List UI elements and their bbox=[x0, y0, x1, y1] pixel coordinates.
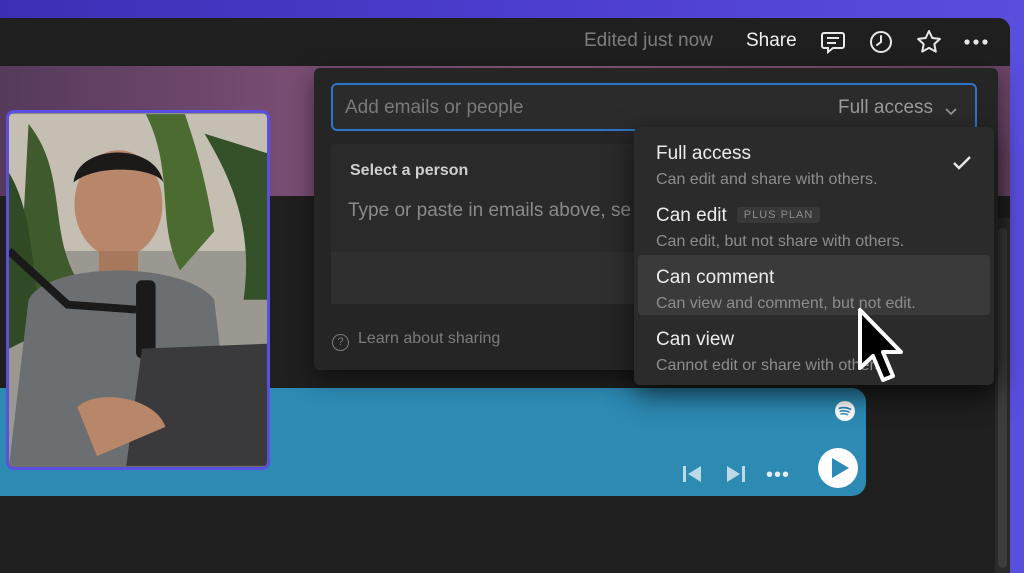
option-can-comment[interactable]: Can comment Can view and comment, but no… bbox=[638, 255, 990, 315]
comment-icon[interactable] bbox=[819, 28, 847, 56]
top-bar: Edited just now Share bbox=[0, 18, 1010, 66]
webcam-overlay bbox=[6, 110, 270, 470]
page-content-clip bbox=[0, 295, 10, 345]
option-can-edit[interactable]: Can edit PLUS PLAN Can edit, but not shar… bbox=[638, 193, 990, 253]
presenter-video bbox=[9, 114, 267, 466]
select-person-hint: Type or paste in emails above, se bbox=[348, 200, 632, 221]
spotify-icon bbox=[834, 400, 856, 422]
next-icon[interactable] bbox=[724, 462, 748, 486]
share-button[interactable]: Share bbox=[746, 30, 797, 52]
option-can-view[interactable]: Can view Cannot edit or share with other… bbox=[638, 317, 990, 377]
scrollbar-thumb[interactable] bbox=[998, 228, 1007, 568]
option-title: Can view bbox=[656, 329, 735, 350]
spotify-more-icon[interactable]: ••• bbox=[766, 464, 790, 487]
access-dropdown: Full access Can edit and share with othe… bbox=[634, 127, 994, 385]
edited-status: Edited just now bbox=[584, 30, 713, 51]
option-desc: Can edit and share with others. bbox=[656, 171, 878, 188]
mouse-cursor-icon bbox=[858, 308, 903, 382]
learn-sharing-link[interactable]: ? Learn about sharing bbox=[332, 330, 500, 351]
option-desc: Can edit, but not share with others. bbox=[656, 233, 905, 250]
select-person-title: Select a person bbox=[350, 162, 469, 179]
previous-icon[interactable] bbox=[680, 462, 704, 486]
option-title: Full access bbox=[656, 143, 752, 164]
play-icon bbox=[832, 458, 849, 478]
access-level-selector[interactable]: Full access bbox=[838, 97, 933, 119]
option-title: Can comment bbox=[656, 267, 775, 288]
option-full-access[interactable]: Full access Can edit and share with othe… bbox=[638, 131, 990, 191]
help-icon: ? bbox=[332, 334, 349, 351]
play-button[interactable] bbox=[818, 448, 858, 488]
email-placeholder: Add emails or people bbox=[345, 97, 524, 118]
more-icon[interactable] bbox=[962, 28, 990, 56]
option-title: Can edit PLUS PLAN bbox=[656, 205, 821, 227]
plus-plan-badge: PLUS PLAN bbox=[736, 207, 821, 223]
email-input[interactable]: Add emails or people Full access bbox=[331, 83, 977, 131]
learn-sharing-label: Learn about sharing bbox=[358, 330, 501, 347]
star-icon[interactable] bbox=[915, 28, 943, 56]
option-desc: Cannot edit or share with others. bbox=[656, 357, 888, 374]
chevron-down-icon[interactable] bbox=[945, 103, 957, 121]
clock-icon[interactable] bbox=[867, 28, 895, 56]
check-icon bbox=[952, 155, 972, 176]
